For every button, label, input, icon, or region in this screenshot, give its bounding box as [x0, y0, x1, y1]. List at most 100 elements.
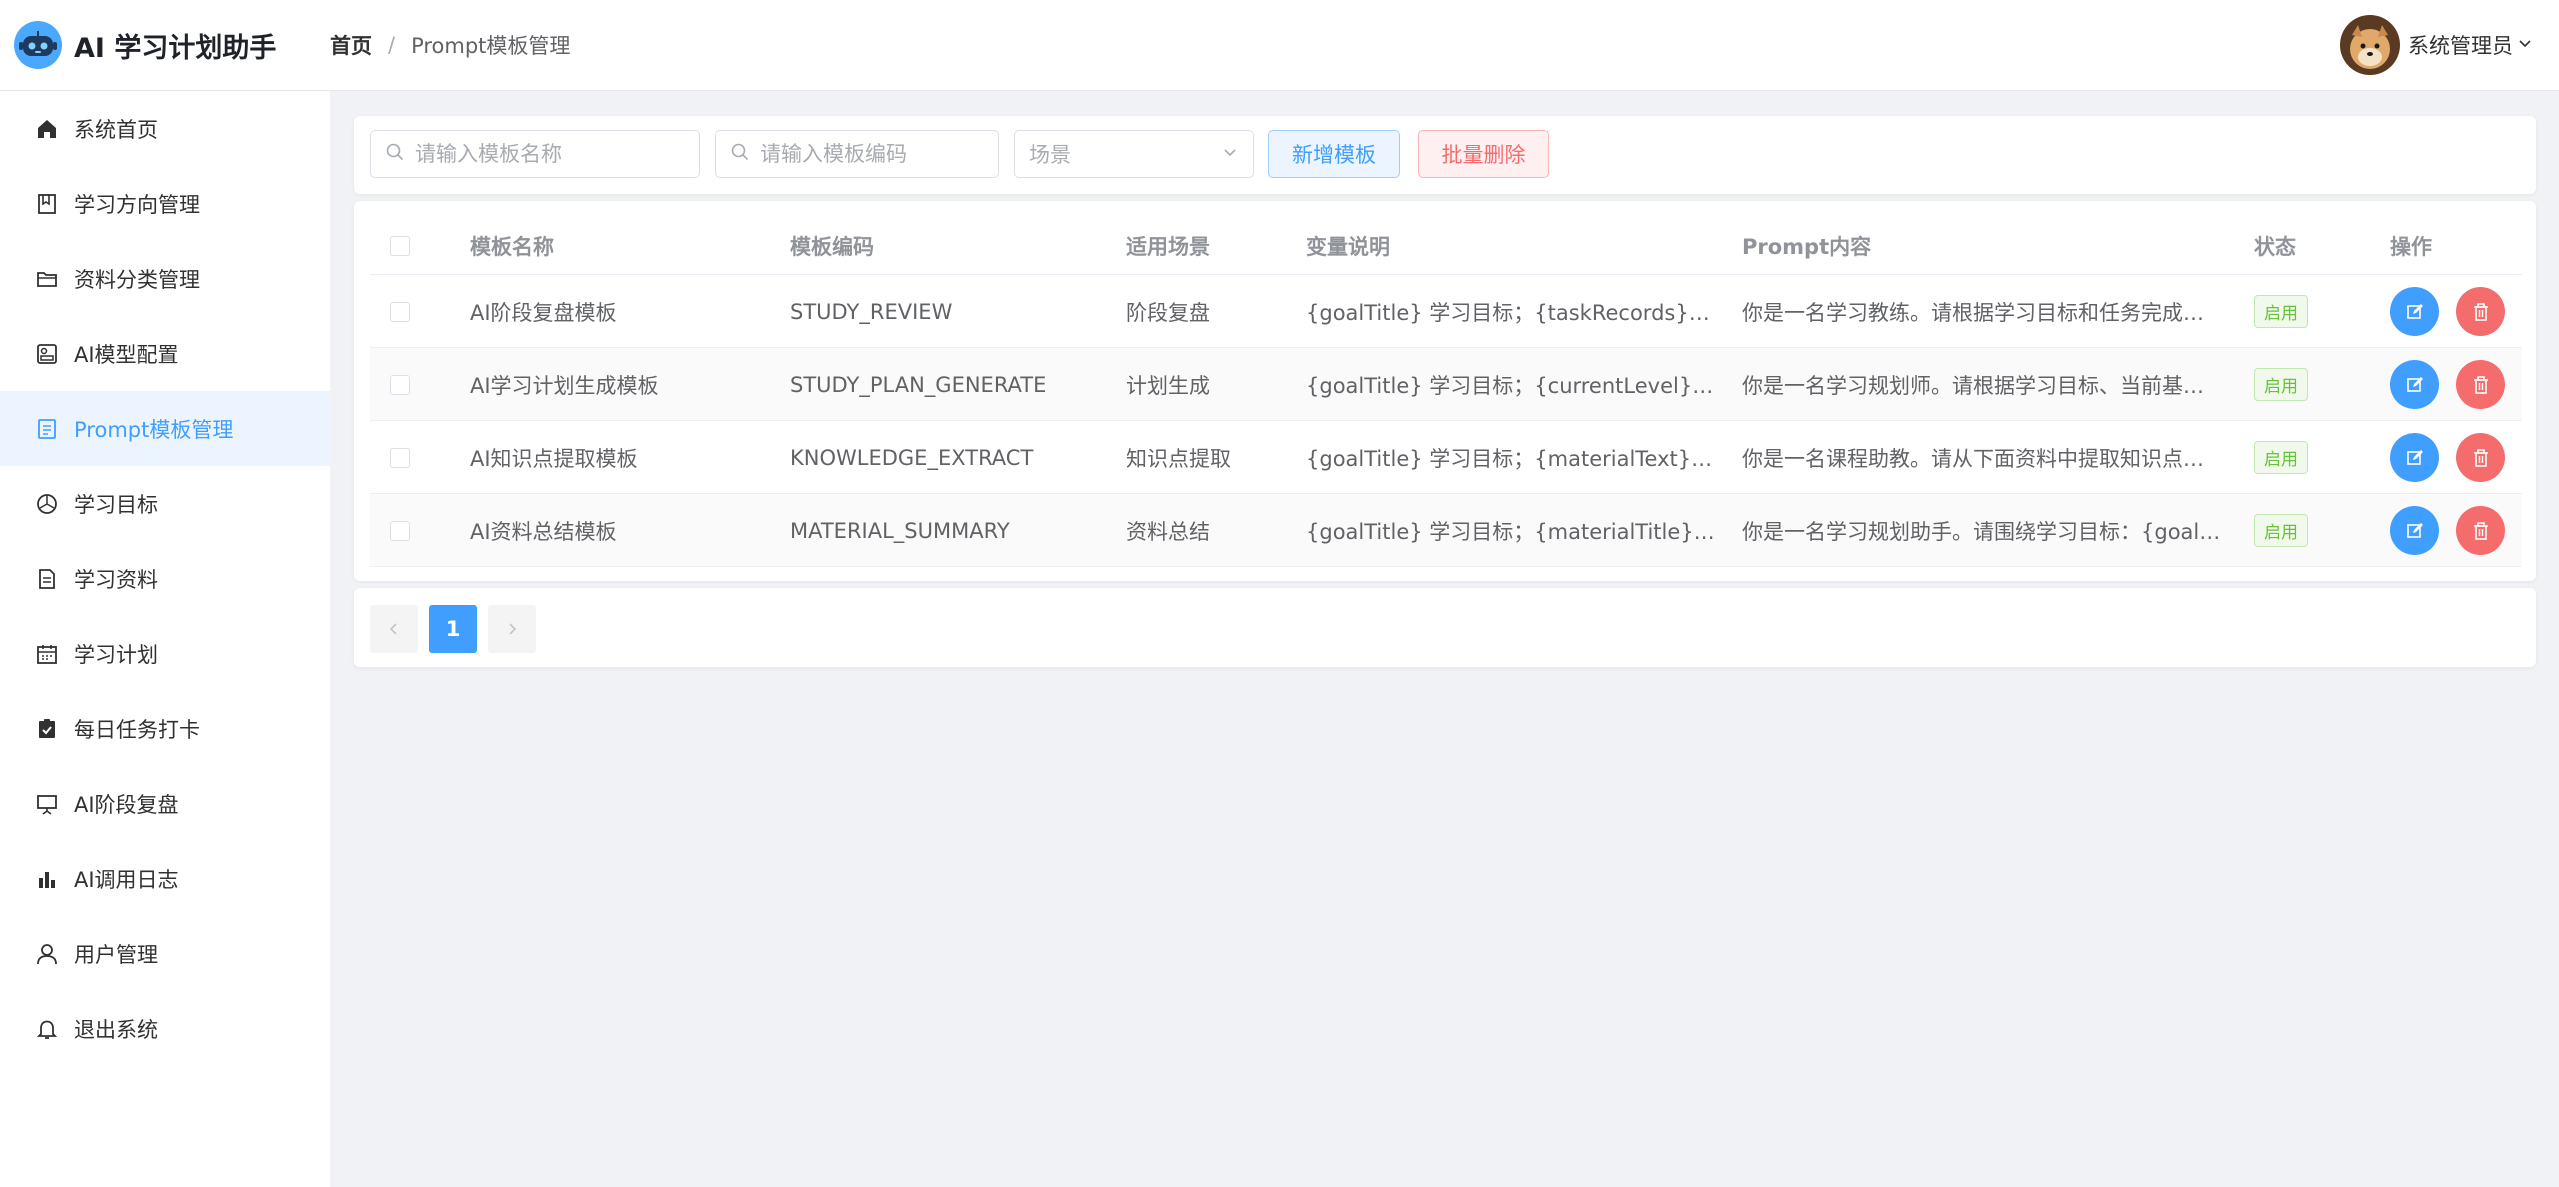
edit-button[interactable] — [2390, 433, 2439, 482]
template-code-input[interactable] — [760, 142, 998, 166]
template-name-input[interactable] — [415, 142, 699, 166]
sidebar-item-categories[interactable]: 资料分类管理 — [0, 241, 330, 316]
sidebar-item-label: 学习计划 — [74, 642, 158, 667]
sidebar-item-plans[interactable]: 学习计划 — [0, 616, 330, 691]
page-number-button[interactable]: 1 — [429, 605, 477, 653]
delete-button[interactable] — [2456, 506, 2505, 555]
edit-icon — [2406, 449, 2423, 465]
header-scene: 适用场景 — [1126, 235, 1210, 259]
cell-vars: {goalTitle} 学习目标；{taskRecords} 任… — [1306, 300, 1716, 325]
cell-content: 你是一名学习教练。请根据学习目标和任务完成… — [1742, 300, 2204, 325]
sidebar-item-directions[interactable]: 学习方向管理 — [0, 166, 330, 241]
row-checkbox[interactable] — [390, 348, 410, 421]
status-badge: 启用 — [2254, 494, 2308, 567]
next-page-button[interactable] — [488, 605, 536, 653]
prev-page-button[interactable] — [370, 605, 418, 653]
sidebar-item-prompt-templates[interactable]: Prompt模板管理 — [0, 391, 330, 466]
edit-button[interactable] — [2390, 506, 2439, 555]
sidebar-item-label: 系统首页 — [74, 117, 158, 142]
sidebar-item-daily-checkin[interactable]: 每日任务打卡 — [0, 691, 330, 766]
sidebar-item-label: AI调用日志 — [74, 867, 179, 892]
calendar-icon — [34, 641, 60, 667]
document-icon — [34, 416, 60, 442]
select-all-checkbox[interactable] — [390, 217, 410, 275]
avatar[interactable] — [2340, 15, 2400, 75]
delete-button[interactable] — [2456, 287, 2505, 336]
target-icon — [34, 491, 60, 517]
sidebar-item-ai-review[interactable]: AI阶段复盘 — [0, 766, 330, 841]
sidebar-item-goals[interactable]: 学习目标 — [0, 466, 330, 541]
edit-icon — [2406, 522, 2423, 538]
sidebar-item-label: AI模型配置 — [74, 342, 179, 367]
batch-delete-button[interactable]: 批量删除 — [1418, 130, 1549, 178]
cell-scene: 计划生成 — [1126, 373, 1210, 398]
edit-button[interactable] — [2390, 287, 2439, 336]
robot-icon — [14, 21, 62, 69]
cell-name: AI阶段复盘模板 — [470, 300, 617, 325]
chevron-down-icon — [1221, 143, 1239, 165]
row-checkbox[interactable] — [390, 494, 410, 567]
chevron-down-icon[interactable] — [2517, 35, 2533, 55]
sidebar-item-home[interactable]: 系统首页 — [0, 91, 330, 166]
template-name-search[interactable] — [370, 130, 700, 178]
breadcrumb-current: Prompt模板管理 — [411, 34, 571, 58]
cell-name: AI知识点提取模板 — [470, 446, 638, 471]
trash-icon — [2473, 302, 2488, 321]
edit-icon — [2406, 376, 2423, 392]
model-config-icon — [34, 341, 60, 367]
header-code: 模板编码 — [790, 235, 874, 259]
bar-chart-icon — [34, 866, 60, 892]
table-row: AI学习计划生成模板 STUDY_PLAN_GENERATE 计划生成 {goa… — [370, 348, 2522, 421]
trash-icon — [2473, 375, 2488, 394]
cell-scene: 知识点提取 — [1126, 446, 1231, 471]
app-title: AI 学习计划助手 — [74, 32, 277, 64]
breadcrumb-home[interactable]: 首页 — [330, 30, 372, 60]
header-content: Prompt内容 — [1742, 235, 1872, 259]
add-template-button[interactable]: 新增模板 — [1268, 130, 1400, 178]
breadcrumb-separator: / — [388, 33, 396, 57]
cell-scene: 资料总结 — [1126, 519, 1210, 544]
top-header: AI 学习计划助手 首页 / Prompt模板管理 系统管理员 — [0, 0, 2559, 91]
sidebar-item-label: 学习资料 — [74, 567, 158, 592]
sidebar-item-ai-logs[interactable]: AI调用日志 — [0, 841, 330, 916]
breadcrumb: 首页 / Prompt模板管理 — [330, 30, 570, 60]
checklist-icon — [34, 716, 60, 742]
sidebar-item-logout[interactable]: 退出系统 — [0, 991, 330, 1066]
bookmark-icon — [34, 191, 60, 217]
table-row: AI阶段复盘模板 STUDY_REVIEW 阶段复盘 {goalTitle} 学… — [370, 275, 2522, 348]
presentation-icon — [34, 791, 60, 817]
sidebar-item-label: Prompt模板管理 — [74, 417, 234, 442]
chevron-right-icon — [509, 623, 517, 635]
user-name[interactable]: 系统管理员 — [2408, 30, 2513, 60]
cell-code: MATERIAL_SUMMARY — [790, 518, 1010, 543]
sidebar-item-label: 资料分类管理 — [74, 267, 200, 292]
search-icon — [730, 142, 750, 166]
cell-content: 你是一名学习规划助手。请围绕学习目标：{goal… — [1742, 519, 2221, 544]
header-name: 模板名称 — [470, 235, 554, 259]
folder-icon — [34, 266, 60, 292]
scene-select[interactable]: 场景 — [1014, 130, 1254, 178]
sidebar-item-model-config[interactable]: AI模型配置 — [0, 316, 330, 391]
cell-code: STUDY_REVIEW — [790, 299, 953, 324]
edit-icon — [2406, 303, 2423, 319]
sidebar-item-label: 学习方向管理 — [74, 192, 200, 217]
sidebar-item-label: AI阶段复盘 — [74, 792, 179, 817]
row-checkbox[interactable] — [390, 275, 410, 348]
sidebar-item-materials[interactable]: 学习资料 — [0, 541, 330, 616]
delete-button[interactable] — [2456, 433, 2505, 482]
template-code-search[interactable] — [715, 130, 999, 178]
search-icon — [385, 142, 405, 166]
edit-button[interactable] — [2390, 360, 2439, 409]
row-checkbox[interactable] — [390, 421, 410, 494]
delete-button[interactable] — [2456, 360, 2505, 409]
user-menu[interactable]: 系统管理员 — [2340, 15, 2533, 75]
sidebar-item-label: 学习目标 — [74, 492, 158, 517]
sidebar-item-users[interactable]: 用户管理 — [0, 916, 330, 991]
cell-code: STUDY_PLAN_GENERATE — [790, 372, 1047, 397]
trash-icon — [2473, 521, 2488, 540]
header-actions: 操作 — [2390, 235, 2432, 259]
status-badge: 启用 — [2254, 348, 2308, 421]
status-badge: 启用 — [2254, 275, 2308, 348]
bell-icon — [34, 1016, 60, 1042]
scene-select-placeholder: 场景 — [1029, 143, 1071, 167]
